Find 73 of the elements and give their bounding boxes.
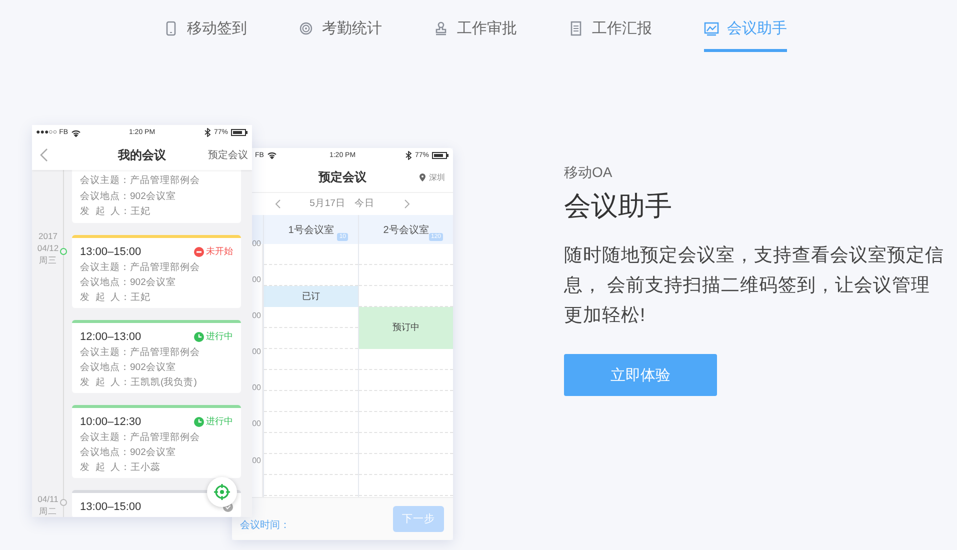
status-label: 进行中 <box>206 330 233 343</box>
meeting-detail: 会议地点：902会议室 <box>80 276 176 290</box>
wifi-icon <box>71 128 82 136</box>
battery-icon <box>432 152 449 159</box>
meeting-detail: 会议地点：902会议室 <box>80 446 176 460</box>
meeting-detail: 会议主题：产品管理部例会 <box>80 430 200 444</box>
time-label: 00 <box>251 238 262 250</box>
chevron-left-icon <box>40 148 48 162</box>
meeting-card[interactable]: 13:00–15:00 未开始 会议主题：产品管理部例会 会议地点：902会议室 发 起 人：王妃 <box>72 234 241 308</box>
eyebrow-label: 移动OA <box>564 164 612 180</box>
city-label[interactable]: 深圳 <box>429 172 445 183</box>
meeting-detail: 会议主题：产品管理部例会 <box>80 260 200 274</box>
time-label: 00 <box>251 347 262 358</box>
next-day-button[interactable] <box>404 198 410 209</box>
bluetooth-icon <box>204 128 211 137</box>
book-meeting-link[interactable]: 预定会议 <box>208 148 248 162</box>
time-range: 13:00–15:00 <box>80 500 142 512</box>
time-label: 00 <box>251 383 262 394</box>
time-range: 13:00–15:00 <box>80 246 142 258</box>
chart-icon <box>704 20 719 36</box>
bluetooth-icon <box>404 150 412 160</box>
time-range: 12:00–13:00 <box>80 330 142 342</box>
screen-title: 预定会议 <box>318 168 366 186</box>
meeting-detail: 发 起 人：王凯凯(我负责) <box>80 376 197 390</box>
date-label: 5月17日 <box>310 197 346 210</box>
date-label: 04/12 <box>37 242 59 254</box>
status-label: 未开始 <box>206 245 233 258</box>
battery-icon <box>231 129 248 136</box>
meeting-time-label: 会议时间： <box>240 518 290 532</box>
target-icon <box>214 484 230 500</box>
document-icon <box>569 20 584 36</box>
meeting-card[interactable]: 12:00–13:00 进行中 会议主题：产品管理部例会 会议地点：902会议室 发 起 人：王凯凯(我负责) <box>72 320 241 392</box>
room-name: 1号会议室 <box>288 224 334 238</box>
meeting-card[interactable]: 10:00–12:30 进行中 会议主题：产品管理部例会 会议地点：902会议室 发 起 人：王小蕊 <box>72 404 241 478</box>
back-button[interactable] <box>40 148 48 162</box>
nav-tab[interactable]: 考勤统计 <box>299 16 382 52</box>
clock-icon <box>194 332 204 342</box>
time-label: 00 <box>251 419 262 430</box>
previous-day-button[interactable] <box>274 198 281 209</box>
booking-slot[interactable]: 已订 <box>264 286 358 307</box>
chevron-right-icon <box>404 198 410 209</box>
screen-title: 我的会议 <box>118 146 166 164</box>
meeting-detail: 发 起 人：王小蕊 <box>80 460 161 474</box>
meeting-detail: 发 起 人：王妃 <box>80 290 151 304</box>
nav-tab[interactable]: 工作汇报 <box>569 16 652 52</box>
meeting-detail: 发 起 人：王妃 <box>80 205 151 219</box>
status-label: 进行中 <box>206 415 233 428</box>
meeting-detail: 会议地点：902会议室 <box>80 190 176 204</box>
wifi-icon <box>266 151 277 160</box>
time-range: 10:00–12:30 <box>80 416 142 428</box>
stamp-icon <box>434 20 449 36</box>
meeting-detail: 会议主题：产品管理部例会 <box>80 174 200 188</box>
location-pin-icon <box>419 172 426 182</box>
meeting-detail: 会议地点：902会议室 <box>80 360 176 374</box>
nav-tab[interactable]: 工作审批 <box>434 16 517 52</box>
nav-tab[interactable]: 移动签到 <box>164 16 247 52</box>
minus-circle-icon <box>194 246 204 256</box>
room-name: 2号会议室 <box>383 224 429 238</box>
feature-description: 随时随地预定会议室，支持查看会议室预定信息， 会前支持扫描二维码签到，让会议管理更加轻松! <box>564 243 945 327</box>
time-label: 00 <box>251 274 262 286</box>
time-label: 00 <box>251 456 262 467</box>
feature-title: 会议助手 <box>564 190 672 223</box>
booking-slot[interactable]: 预订中 <box>359 306 453 349</box>
date-label: 04/11 <box>38 492 58 504</box>
year-label: 2017 <box>38 230 58 242</box>
weekday-label: 周二 <box>39 504 57 516</box>
today-label[interactable]: 今日 <box>354 197 374 210</box>
meeting-card[interactable]: 会议主题：产品管理部例会 会议地点：902会议室 发 起 人：王妃 <box>72 170 241 222</box>
chevron-left-icon <box>274 198 281 209</box>
clock-icon <box>194 416 204 426</box>
weekday-label: 周三 <box>39 254 57 266</box>
meeting-detail: 会议主题：产品管理部例会 <box>80 346 200 360</box>
time-label: 00 <box>251 311 262 322</box>
